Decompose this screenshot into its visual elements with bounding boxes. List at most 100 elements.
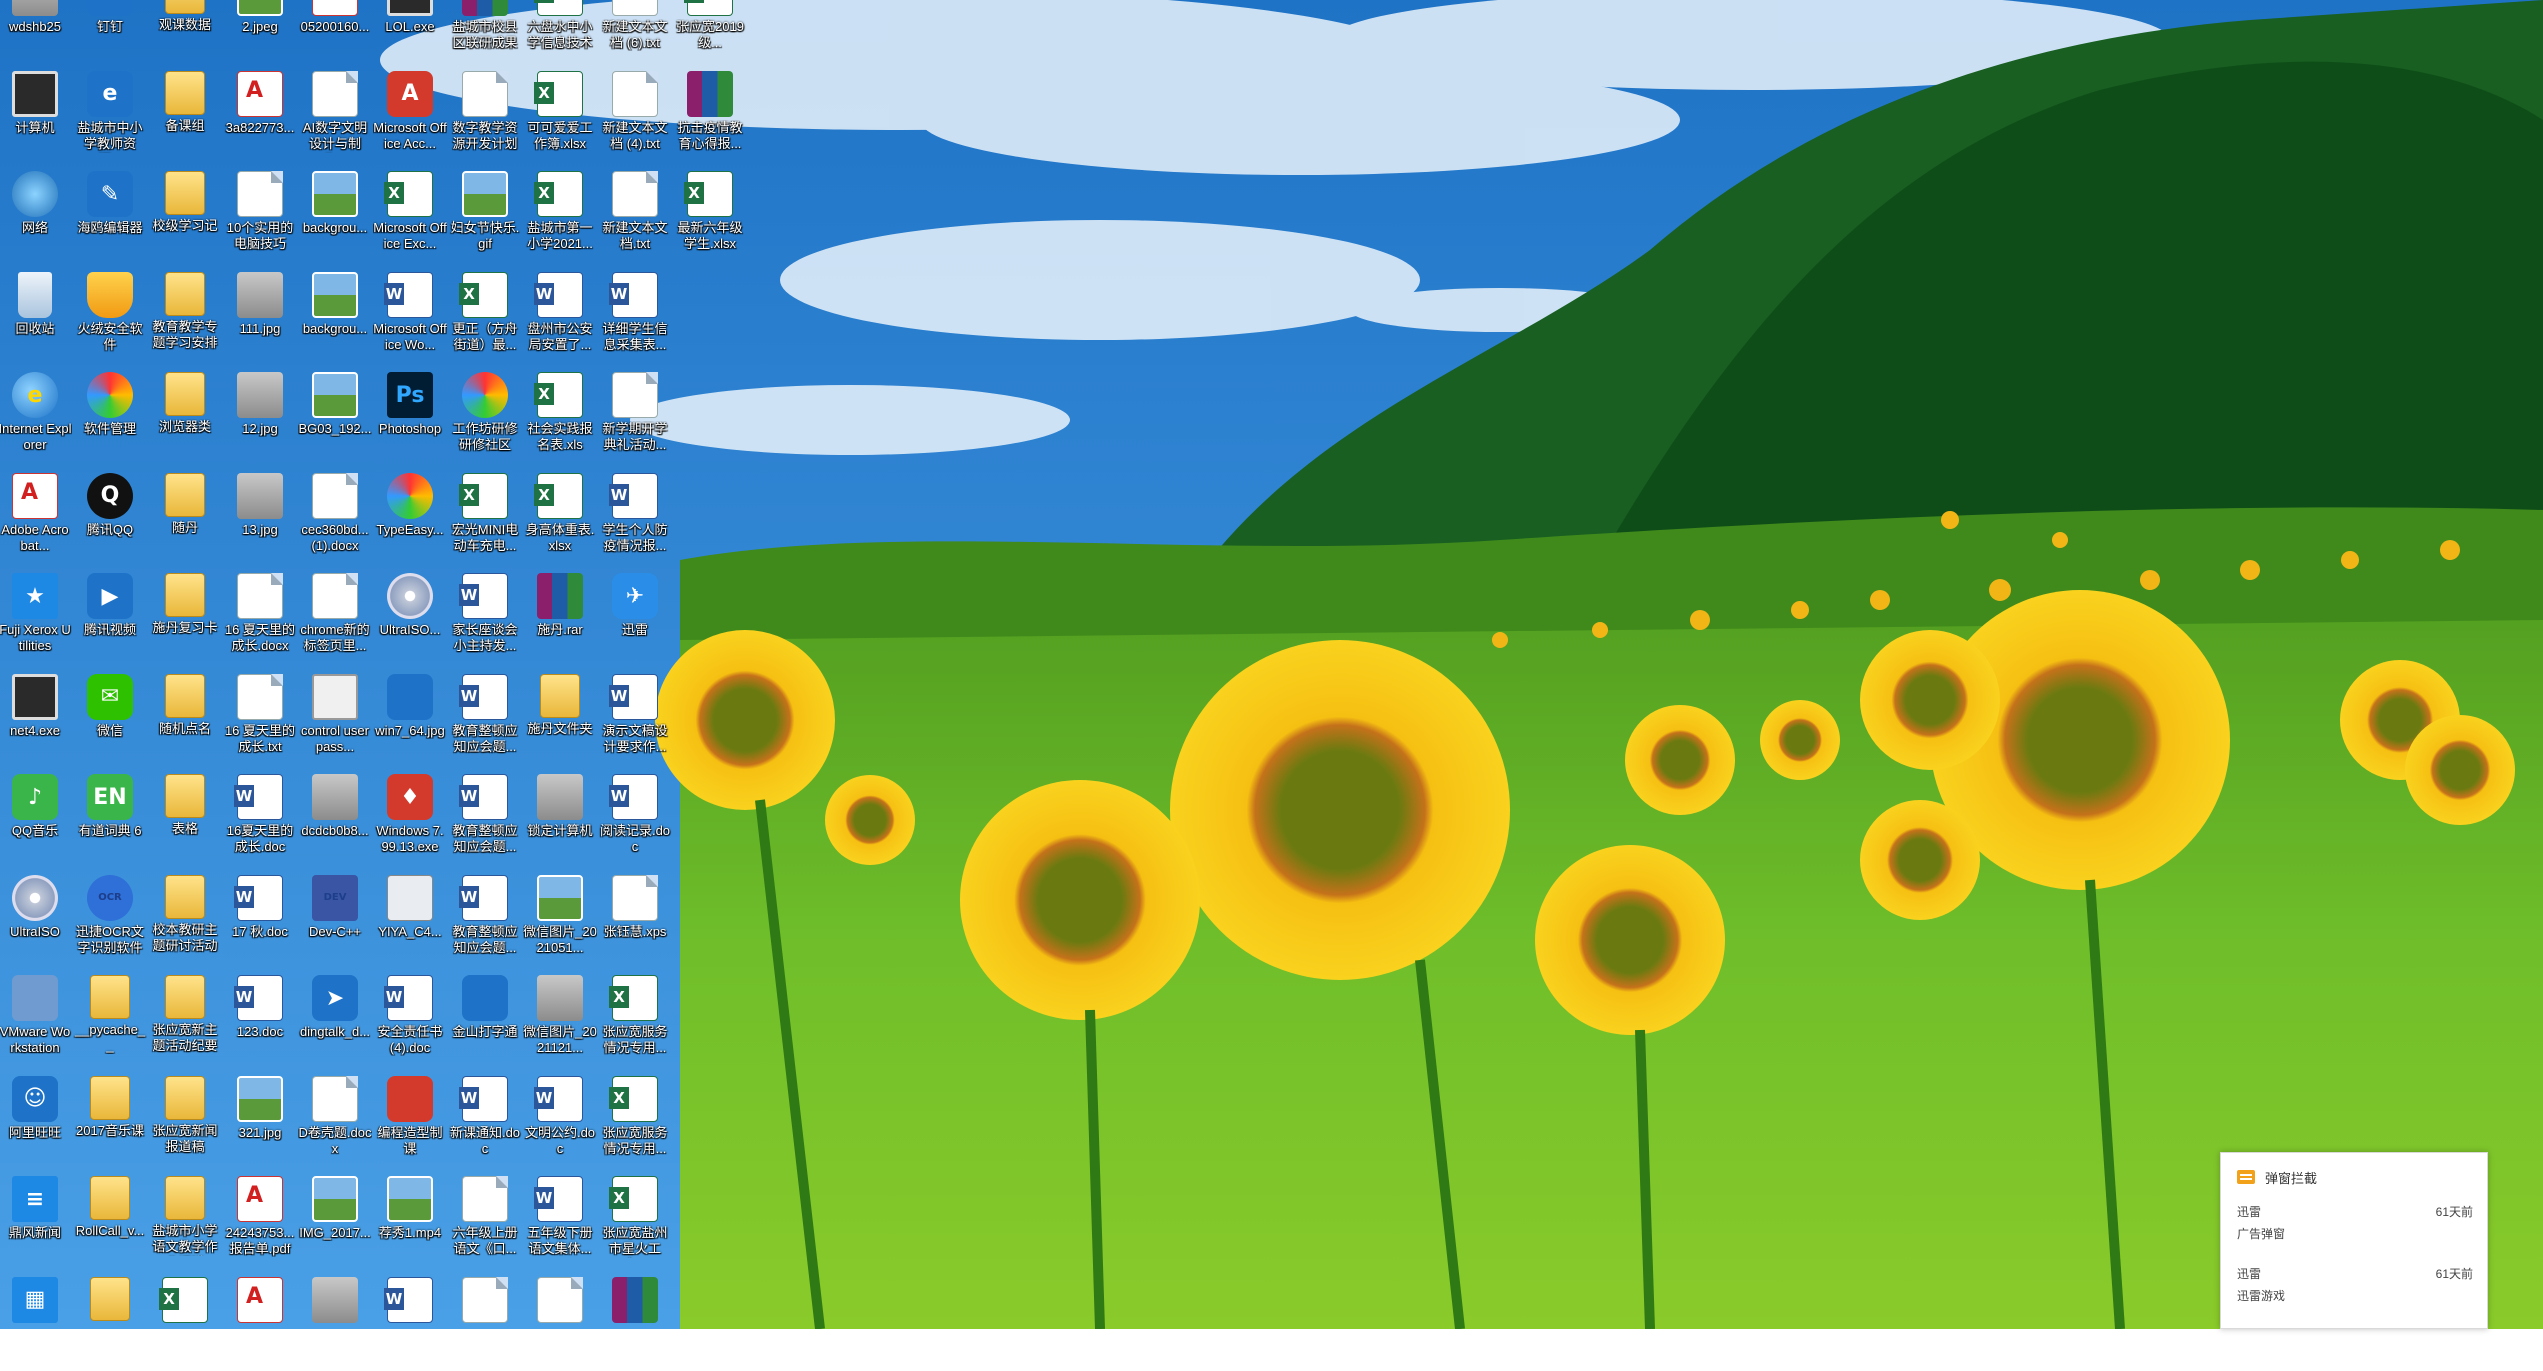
desktop-icon[interactable]: Q 腾讯QQ bbox=[74, 469, 146, 567]
desktop-icon[interactable]: 321.jpg bbox=[224, 1072, 296, 1170]
desktop-icon[interactable]: 施丹.rar bbox=[524, 569, 596, 667]
desktop-icon[interactable]: 火绒安全软件 bbox=[74, 268, 146, 366]
desktop-icon[interactable]: 张应宽服务情况专用... bbox=[599, 1072, 671, 1170]
desktop-icon[interactable]: 盐城市小学语文教学作业评讲 bbox=[149, 1172, 221, 1270]
desktop-icon[interactable] bbox=[149, 1273, 221, 1371]
desktop-icon[interactable] bbox=[524, 1273, 596, 1371]
desktop-icon[interactable]: 计算机 bbox=[0, 67, 71, 165]
desktop-icon[interactable]: 16 夏天里的成长.docx bbox=[224, 569, 296, 667]
desktop-icon[interactable] bbox=[224, 1273, 296, 1371]
desktop-icon[interactable]: 新课通知.doc bbox=[449, 1072, 521, 1170]
desktop-icon[interactable]: 校本教研主题研讨活动 bbox=[149, 871, 221, 969]
desktop-icon[interactable]: e 盐城市中小学教师资源... bbox=[74, 67, 146, 165]
desktop-icon[interactable]: 软件管理 bbox=[74, 368, 146, 466]
desktop-icon[interactable]: ★ Fuji Xerox Utilities bbox=[0, 569, 71, 667]
desktop-icon[interactable]: 施丹文件夹 bbox=[524, 670, 596, 768]
desktop-icon[interactable]: 教育整顿应知应会题... bbox=[449, 770, 521, 868]
desktop-icon[interactable]: ♪ QQ音乐 bbox=[0, 770, 71, 868]
desktop-icon[interactable]: __pycache__ bbox=[74, 971, 146, 1069]
desktop-icon[interactable] bbox=[599, 1273, 671, 1371]
desktop-icon[interactable]: 观课数据 bbox=[149, 0, 221, 64]
desktop-icon[interactable]: 施丹复习卡 bbox=[149, 569, 221, 667]
desktop-icon[interactable]: RollCall_v... bbox=[74, 1172, 146, 1270]
desktop-icon[interactable]: 盘州市公安局安置了... bbox=[524, 268, 596, 366]
desktop-icon[interactable]: 2.jpeg bbox=[224, 0, 296, 64]
desktop-icon[interactable]: dcdcb0b8... bbox=[299, 770, 371, 868]
desktop-icon[interactable]: control userpass... bbox=[299, 670, 371, 768]
desktop-icon[interactable]: backgrou... bbox=[299, 268, 371, 366]
desktop-icon[interactable]: 六盘水中小学信息技术 bbox=[524, 0, 596, 64]
desktop-icon[interactable]: 张应宽服务情况专用... bbox=[599, 971, 671, 1069]
desktop-icon[interactable]: ▶ 腾讯视频 bbox=[74, 569, 146, 667]
desktop-icon[interactable]: 微信图片_2021121... bbox=[523, 971, 597, 1069]
desktop-icon[interactable] bbox=[374, 1273, 446, 1371]
desktop-icon[interactable]: 备课组 bbox=[149, 67, 221, 165]
desktop-icon[interactable]: 阅读记录.doc bbox=[599, 770, 671, 868]
desktop-icon[interactable]: Microsoft Office Wo... bbox=[373, 268, 447, 366]
desktop-icon[interactable]: 111.jpg bbox=[224, 268, 296, 366]
desktop-icon[interactable]: Ps Photoshop bbox=[374, 368, 446, 466]
popup-block-notification[interactable]: 弹窗拦截 迅雷 61天前 广告弹窗 迅雷 61天前 迅雷游戏 bbox=[2220, 1152, 2488, 1329]
desktop-icon[interactable]: 最新六年级学生.xlsx bbox=[674, 167, 746, 265]
desktop-icon[interactable]: YIYA_C4... bbox=[374, 871, 446, 969]
desktop-icon[interactable]: D卷壳题.docx bbox=[299, 1072, 371, 1170]
desktop-icon[interactable]: 张钰慧.xps bbox=[599, 871, 671, 969]
desktop-icon[interactable]: 文明公约.doc bbox=[524, 1072, 596, 1170]
desktop-icon[interactable]: 身高体重表.xlsx bbox=[524, 469, 596, 567]
desktop-icon[interactable]: ✈ 迅雷 bbox=[599, 569, 671, 667]
desktop-icon[interactable]: cec360bd...(1).docx bbox=[299, 469, 371, 567]
desktop-icon[interactable]: 五年级下册语文集体... bbox=[524, 1172, 596, 1270]
desktop-icon[interactable]: 抗击疫情教育心得报... bbox=[674, 67, 746, 165]
desktop-icon[interactable]: 宏光MINI电动车充电... bbox=[449, 469, 521, 567]
desktop-icon[interactable]: 妇女节快乐.gif bbox=[449, 167, 521, 265]
desktop-icon[interactable]: 家长座谈会小主持发... bbox=[449, 569, 521, 667]
desktop-icon[interactable]: 张应宽盐州市星火工会... bbox=[599, 1172, 671, 1270]
desktop-icon[interactable]: backgrou... bbox=[299, 167, 371, 265]
desktop-icon[interactable]: 张应宽新主题活动纪要 bbox=[149, 971, 221, 1069]
desktop-icon[interactable]: net4.exe bbox=[0, 670, 71, 768]
desktop-icon[interactable]: 17 秋.doc bbox=[224, 871, 296, 969]
desktop-icon[interactable]: 教育教学专题学习安排 bbox=[149, 268, 221, 366]
desktop-icon[interactable]: 工作坊研修研修社区 bbox=[449, 368, 521, 466]
desktop-icon[interactable]: 2017音乐课 bbox=[74, 1072, 146, 1170]
desktop-icon[interactable]: 新建文本文档 (6).txt bbox=[599, 0, 671, 64]
desktop-icon[interactable]: DEV Dev-C++ bbox=[299, 871, 371, 969]
desktop-icon[interactable]: 表格 bbox=[149, 770, 221, 868]
desktop-icon[interactable]: win7_64.jpg bbox=[374, 670, 446, 768]
desktop-icon[interactable]: 回收站 bbox=[0, 268, 71, 366]
desktop-icon[interactable]: 数字教学资源开发计划 bbox=[449, 67, 521, 165]
desktop-icon[interactable]: 演示文稿设计要求作... bbox=[599, 670, 671, 768]
desktop-icon[interactable]: 16 夏天里的成长.txt bbox=[224, 670, 296, 768]
desktop-icon[interactable] bbox=[449, 1273, 521, 1371]
desktop-icon[interactable]: UltraISO bbox=[0, 871, 71, 969]
desktop-icon[interactable]: 12.jpg bbox=[224, 368, 296, 466]
desktop-icon[interactable]: 社会实践报名表.xls bbox=[524, 368, 596, 466]
desktop-icon[interactable]: 详细学生信息采集表... bbox=[599, 268, 671, 366]
desktop-icon[interactable]: UltraISO... bbox=[374, 569, 446, 667]
desktop-icon[interactable]: Adobe Acrobat... bbox=[0, 469, 71, 567]
desktop-icon[interactable]: ≡ 鼎风新闻 bbox=[0, 1172, 71, 1270]
desktop-icon[interactable]: ✉ 微信 bbox=[74, 670, 146, 768]
desktop-icon[interactable]: 安全责任书(4).doc bbox=[374, 971, 446, 1069]
desktop-icon[interactable]: 新建文本文档 (4).txt bbox=[599, 67, 671, 165]
desktop-icon[interactable]: 123.doc bbox=[224, 971, 296, 1069]
desktop-icon[interactable]: 新建文本文档.txt bbox=[599, 167, 671, 265]
desktop-icon[interactable]: ➤ dingtalk_d... bbox=[299, 971, 371, 1069]
desktop-icon[interactable]: chrome新的标签页里... bbox=[299, 569, 371, 667]
desktop-icon[interactable]: 金山打字通 bbox=[449, 971, 521, 1069]
desktop-icon[interactable]: 张应宽2019级... bbox=[674, 0, 746, 64]
desktop-icon[interactable]: ✎ 海鸥编辑器 bbox=[74, 167, 146, 265]
desktop-icon[interactable]: ▦ bbox=[0, 1273, 71, 1371]
desktop-icon[interactable]: 浏览器类 bbox=[149, 368, 221, 466]
desktop-icon[interactable]: 荐秀1.mp4 bbox=[374, 1172, 446, 1270]
desktop-icon[interactable]: 钉钉 bbox=[74, 0, 146, 64]
desktop-icon[interactable]: 3a822773... bbox=[224, 67, 296, 165]
desktop-icon[interactable]: 随丹 bbox=[149, 469, 221, 567]
desktop-icon[interactable]: IMG_2017... bbox=[299, 1172, 371, 1270]
desktop-icon[interactable]: 教育整顿应知应会题... bbox=[449, 871, 521, 969]
desktop-icon[interactable]: AI数字文明设计与制作... bbox=[299, 67, 371, 165]
desktop-icon[interactable]: 更正（方舟街道）最... bbox=[449, 268, 521, 366]
desktop-icon[interactable]: 新学期开学典礼活动... bbox=[599, 368, 671, 466]
desktop-icon[interactable]: 13.jpg bbox=[224, 469, 296, 567]
desktop-icon[interactable]: 锁定计算机 bbox=[524, 770, 596, 868]
